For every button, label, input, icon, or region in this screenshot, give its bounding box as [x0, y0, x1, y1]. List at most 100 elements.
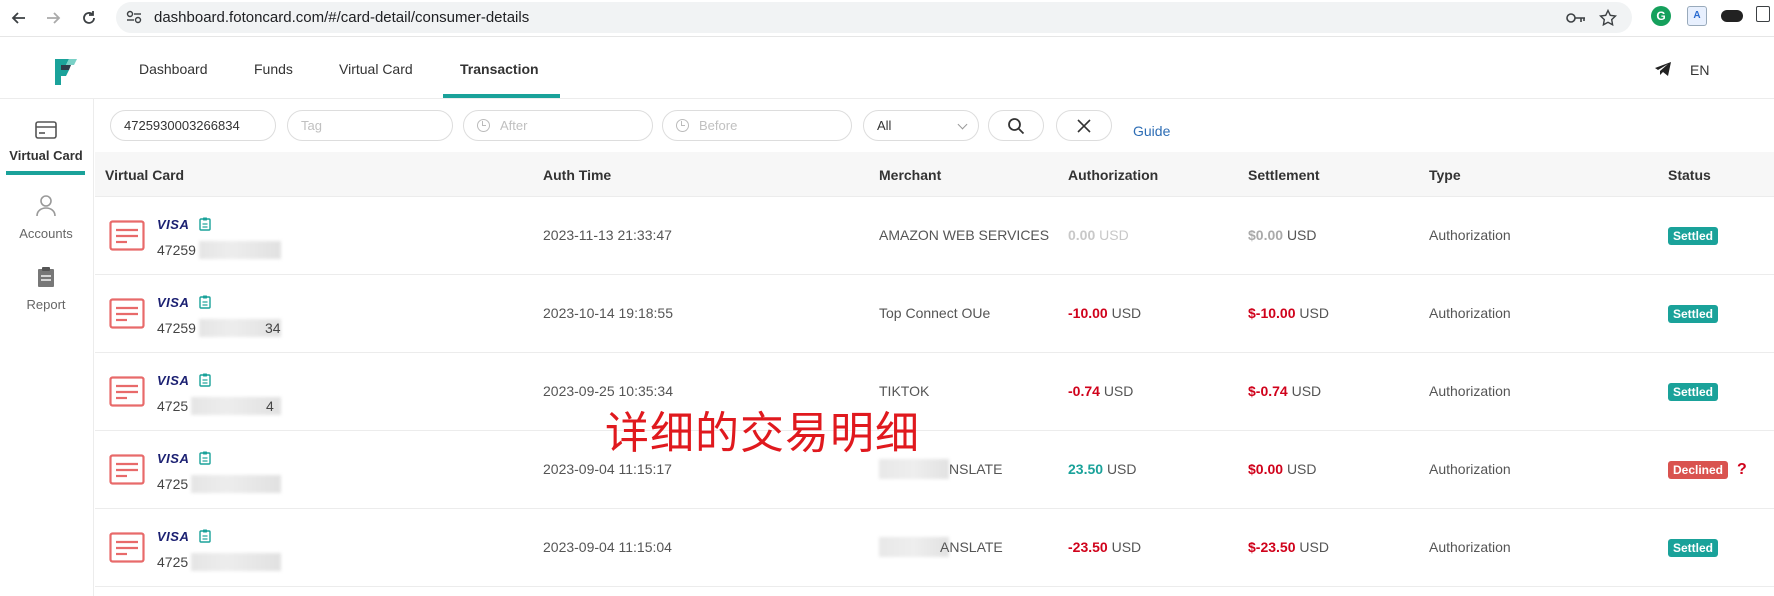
search-button[interactable]: [988, 110, 1044, 141]
annotation-overlay-text: 详细的交易明细: [605, 408, 920, 459]
search-icon: [1008, 117, 1025, 134]
reload-icon[interactable]: [78, 7, 100, 29]
extension-pill-icon[interactable]: [1721, 10, 1743, 22]
status-select[interactable]: All: [863, 110, 979, 141]
authorization-amount: -10.00: [1068, 305, 1108, 321]
tab-transaction[interactable]: Transaction: [460, 61, 539, 77]
type-cell: Authorization: [1429, 227, 1511, 243]
redacted-card-number: [199, 241, 281, 259]
card-detail-icon[interactable]: [109, 376, 145, 407]
authorization-cell: -23.50 USD: [1068, 539, 1141, 555]
status-badge: Settled: [1668, 227, 1719, 245]
fotoncard-logo[interactable]: [55, 57, 77, 85]
help-question-icon[interactable]: ?: [1737, 461, 1747, 479]
type-cell: Authorization: [1429, 539, 1511, 555]
card-number-prefix: 4725: [157, 554, 189, 570]
card-number-suffix: 34: [265, 320, 281, 336]
tag-input[interactable]: Tag: [287, 110, 453, 141]
language-switcher[interactable]: EN: [1690, 62, 1709, 78]
copy-tag-icon[interactable]: [199, 217, 211, 231]
before-date-input[interactable]: Before: [662, 110, 852, 141]
auth-time-cell: 2023-09-04 11:15:17: [543, 461, 672, 477]
sidebar-item-label: Accounts: [19, 226, 73, 241]
settlement-currency: USD: [1299, 305, 1329, 321]
copy-tag-icon[interactable]: [199, 451, 211, 465]
authorization-currency: USD: [1099, 227, 1129, 243]
status-badge: Settled: [1668, 305, 1719, 323]
card-brand: VISA: [157, 217, 190, 232]
settlement-amount: $-23.50: [1248, 539, 1296, 555]
table-row[interactable]: VISA 4725 2023-09-04 11:15:17 NSLATE 23.50 U…: [95, 431, 1774, 509]
site-settings-icon[interactable]: [126, 10, 142, 24]
auth-time-cell: 2023-09-04 11:15:04: [543, 539, 672, 555]
clipboard-icon: [38, 267, 54, 287]
status-badge: Declined: [1668, 461, 1729, 479]
back-arrow-icon[interactable]: [8, 7, 30, 29]
sidebar-item-report[interactable]: Report: [0, 266, 92, 312]
after-date-input[interactable]: After: [463, 110, 653, 141]
tab-virtual-card[interactable]: Virtual Card: [339, 61, 413, 77]
sidebar-active-indicator: [6, 171, 85, 175]
key-icon[interactable]: [1566, 8, 1586, 28]
card-detail-icon[interactable]: [109, 298, 145, 329]
settlement-amount: $0.00: [1248, 461, 1284, 477]
card-detail-icon[interactable]: [109, 454, 145, 485]
copy-tag-icon[interactable]: [199, 529, 211, 543]
card-number-prefix: 47259: [157, 320, 196, 336]
grammarly-extension-icon[interactable]: G: [1651, 6, 1671, 26]
column-header: Settlement: [1248, 167, 1320, 183]
copy-tag-icon[interactable]: [199, 373, 211, 387]
settlement-amount: $-10.00: [1248, 305, 1296, 321]
authorization-currency: USD: [1106, 461, 1137, 477]
telegram-send-icon[interactable]: [1654, 61, 1672, 77]
guide-link[interactable]: Guide: [1133, 123, 1170, 139]
settlement-amount: $-0.74: [1248, 383, 1288, 399]
translate-extension-icon[interactable]: A: [1687, 6, 1707, 26]
user-icon: [36, 195, 56, 217]
clock-icon: [676, 119, 689, 132]
tab-dashboard[interactable]: Dashboard: [139, 61, 208, 77]
card-detail-icon[interactable]: [109, 532, 145, 563]
clear-filter-button[interactable]: [1056, 110, 1112, 141]
copy-tag-icon[interactable]: [199, 295, 211, 309]
redacted-card-number: [191, 475, 281, 493]
table-row[interactable]: VISA 47259 2023-11-13 21:33:47 AMAZON WEB S…: [95, 197, 1774, 275]
authorization-currency: USD: [1111, 305, 1142, 321]
type-cell: Authorization: [1429, 305, 1511, 321]
after-date-placeholder: After: [500, 118, 528, 133]
authorization-cell: -0.74 USD: [1068, 383, 1133, 399]
forward-arrow-icon[interactable]: [42, 7, 64, 29]
url-text[interactable]: dashboard.fotoncard.com/#/card-detail/co…: [154, 9, 529, 26]
table-row[interactable]: VISA 4725 2023-09-04 11:15:04 ANSLATE -23.50…: [95, 509, 1774, 587]
left-sidebar: Virtual Card Accounts Report: [0, 99, 94, 596]
settlement-currency: USD: [1286, 227, 1317, 243]
settlement-currency: USD: [1286, 461, 1317, 477]
card-number-input[interactable]: 4725930003266834: [110, 110, 276, 141]
authorization-amount: 0.00: [1068, 227, 1096, 243]
app-header: Dashboard Funds Virtual Card Transaction…: [0, 37, 1774, 99]
table-header: Virtual Card Auth Time Merchant Authoriz…: [95, 152, 1774, 197]
card-detail-icon[interactable]: [109, 220, 145, 251]
status-badge: Settled: [1668, 383, 1719, 401]
column-header: Merchant: [879, 167, 942, 183]
merchant-cell: ANSLATE: [940, 539, 1003, 555]
table-row[interactable]: VISA 47259 34 2023-10-14 19:18:55 Top Connec…: [95, 275, 1774, 353]
authorization-amount: -0.74: [1068, 383, 1100, 399]
merchant-cell: Top Connect OUe: [879, 305, 991, 321]
settlement-cell: $-10.00 USD: [1248, 305, 1329, 321]
extensions-puzzle-icon[interactable]: [1756, 6, 1770, 22]
status-badge: Settled: [1668, 539, 1719, 557]
sidebar-item-virtual-card[interactable]: Virtual Card: [0, 121, 92, 163]
authorization-currency: USD: [1103, 383, 1134, 399]
auth-time-cell: 2023-10-14 19:18:55: [543, 305, 673, 321]
status-select-value: All: [877, 118, 892, 133]
bookmark-star-icon[interactable]: [1598, 8, 1618, 28]
table-row[interactable]: VISA 4725 4 2023-09-25 10:35:34 TIKTOK -0.74 …: [95, 353, 1774, 431]
sidebar-item-accounts[interactable]: Accounts: [0, 195, 92, 241]
redacted-card-number: [191, 553, 281, 571]
tab-funds[interactable]: Funds: [254, 61, 293, 77]
sidebar-item-label: Virtual Card: [9, 148, 83, 163]
address-bar[interactable]: dashboard.fotoncard.com/#/card-detail/co…: [116, 2, 1632, 33]
column-header: Virtual Card: [105, 167, 185, 183]
authorization-cell: -10.00 USD: [1068, 305, 1141, 321]
